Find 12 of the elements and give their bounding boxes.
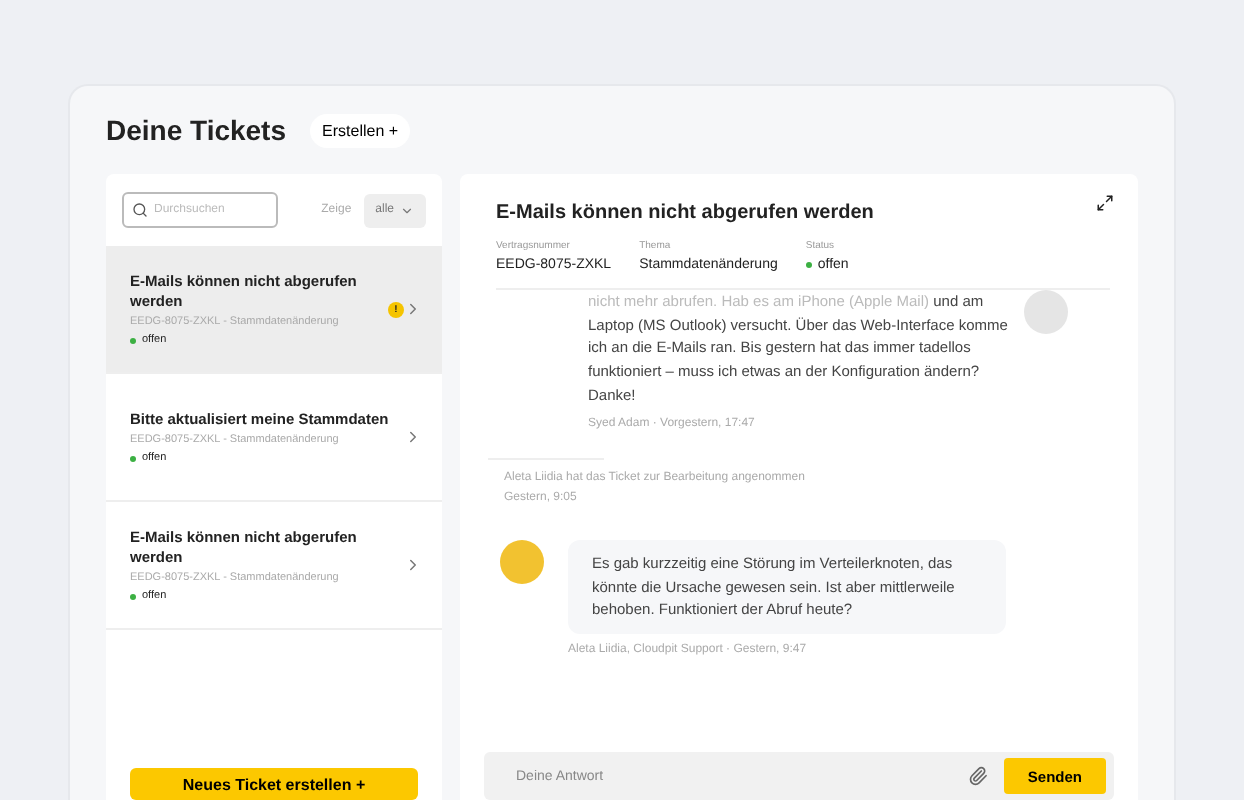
search-icon bbox=[132, 202, 148, 218]
chevron-right-icon bbox=[404, 428, 422, 446]
chevron-right-icon bbox=[404, 300, 422, 318]
ticket-heading: E-Mails können nicht abgerufen werden bbox=[496, 202, 876, 224]
expand-icon[interactable] bbox=[1096, 194, 1114, 212]
paperclip-icon[interactable] bbox=[967, 766, 988, 786]
chevron-right-icon bbox=[404, 556, 422, 574]
create-button[interactable]: Erstellen + bbox=[310, 113, 411, 147]
chevron-down-icon bbox=[400, 203, 414, 217]
page-title: Deine Tickets bbox=[106, 114, 287, 146]
avatar bbox=[500, 540, 544, 585]
new-ticket-button[interactable]: Neues Ticket erstellen + bbox=[130, 768, 418, 800]
